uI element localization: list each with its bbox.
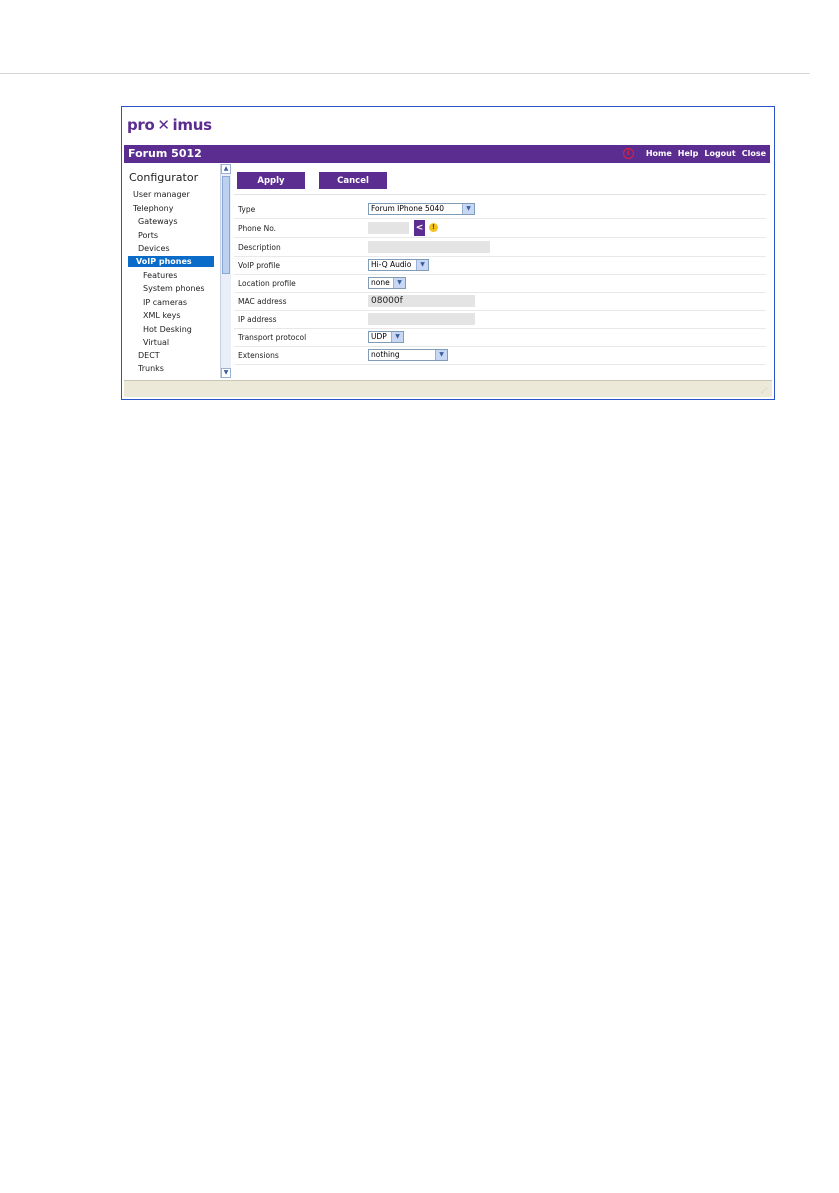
top-nav: i Home Help Logout Close (622, 148, 766, 159)
scroll-up-icon[interactable]: ▲ (221, 164, 231, 174)
type-select[interactable]: Forum IPhone 5040 ▼ (368, 203, 475, 215)
description-label: Description (238, 243, 281, 252)
logo-x-icon: ✕ (157, 116, 170, 134)
scroll-down-icon[interactable]: ▼ (221, 368, 231, 378)
location-profile-label: Location profile (238, 279, 296, 288)
scrollbar-thumb[interactable] (222, 176, 230, 274)
info-icon[interactable]: i (622, 148, 634, 159)
sidebar-item-dect[interactable]: DECT (138, 351, 160, 360)
sidebar: Configurator User manager Telephony Gate… (124, 164, 219, 378)
voip-profile-row: VoIP profile Hi-Q Audio ▼ (234, 256, 766, 275)
logo-bar: pro ✕ imus (122, 107, 774, 145)
type-row: Type Forum IPhone 5040 ▼ (234, 200, 766, 219)
warning-icon: ! (429, 223, 438, 232)
page-top-rule (0, 73, 810, 74)
main-panel: Apply Cancel Type Forum IPhone 5040 ▼ Ph… (234, 164, 770, 378)
type-label: Type (238, 205, 256, 214)
sidebar-item-ip-cameras[interactable]: IP cameras (143, 298, 187, 307)
description-row: Description (234, 238, 766, 257)
chevron-down-icon: ▼ (462, 204, 474, 214)
chevron-down-icon: ▼ (416, 260, 428, 270)
phone-no-pick-button[interactable]: < (414, 220, 425, 236)
ip-address-input[interactable] (368, 313, 475, 325)
browser-window: pro ✕ imus Forum 5012 i Home Help Logout C… (121, 106, 775, 400)
mac-address-input[interactable]: 08000f (368, 295, 475, 307)
description-input[interactable] (368, 241, 490, 253)
phone-no-row: Phone No. < ! (234, 219, 766, 238)
transport-protocol-select[interactable]: UDP ▼ (368, 331, 404, 343)
sidebar-item-devices[interactable]: Devices (138, 244, 170, 253)
extensions-select[interactable]: nothing ▼ (368, 349, 448, 361)
ip-address-label: IP address (238, 315, 277, 324)
chevron-down-icon: ▼ (435, 350, 447, 360)
phone-no-label: Phone No. (238, 224, 277, 233)
toolbar-divider (234, 194, 766, 195)
transport-protocol-row: Transport protocol UDP ▼ (234, 328, 766, 347)
status-bar: ⋰ (124, 380, 772, 397)
sidebar-item-hot-desking[interactable]: Hot Desking (143, 325, 192, 334)
voip-profile-label: VoIP profile (238, 261, 280, 270)
mac-address-label: MAC address (238, 297, 287, 306)
nav-close-link[interactable]: Close (742, 149, 766, 158)
voip-profile-select[interactable]: Hi-Q Audio ▼ (368, 259, 429, 271)
location-profile-select[interactable]: none ▼ (368, 277, 406, 289)
sidebar-scrollbar[interactable]: ▲ ▼ (220, 164, 231, 378)
nav-logout-link[interactable]: Logout (704, 149, 735, 158)
mac-address-row: MAC address 08000f (234, 292, 766, 311)
chevron-down-icon: ▼ (391, 332, 403, 342)
cancel-button[interactable]: Cancel (319, 172, 387, 189)
proximus-logo: pro ✕ imus (127, 116, 212, 134)
sidebar-item-virtual[interactable]: Virtual (143, 338, 169, 347)
title-bar: Forum 5012 i Home Help Logout Close (124, 145, 770, 163)
extensions-label: Extensions (238, 351, 279, 360)
sidebar-item-features[interactable]: Features (143, 271, 177, 280)
app-title: Forum 5012 (128, 147, 202, 160)
sidebar-item-gateways[interactable]: Gateways (138, 217, 178, 226)
sidebar-title: Configurator (129, 171, 199, 184)
chevron-down-icon: ▼ (393, 278, 405, 288)
nav-home-link[interactable]: Home (646, 149, 672, 158)
sidebar-item-telephony[interactable]: Telephony (133, 204, 173, 213)
apply-button[interactable]: Apply (237, 172, 305, 189)
ip-address-row: IP address (234, 310, 766, 329)
extensions-row: Extensions nothing ▼ (234, 346, 766, 365)
sidebar-item-user-manager[interactable]: User manager (133, 190, 190, 199)
nav-help-link[interactable]: Help (678, 149, 699, 158)
phone-no-input[interactable] (368, 222, 409, 234)
sidebar-item-voip-phones[interactable]: VoIP phones (128, 256, 214, 267)
sidebar-item-ports[interactable]: Ports (138, 231, 158, 240)
transport-protocol-label: Transport protocol (238, 333, 307, 342)
sidebar-item-xml-keys[interactable]: XML keys (143, 311, 181, 320)
location-profile-row: Location profile none ▼ (234, 274, 766, 293)
resize-grip-icon[interactable]: ⋰ (761, 387, 769, 395)
sidebar-item-trunks[interactable]: Trunks (138, 364, 164, 373)
sidebar-item-system-phones[interactable]: System phones (143, 284, 205, 293)
